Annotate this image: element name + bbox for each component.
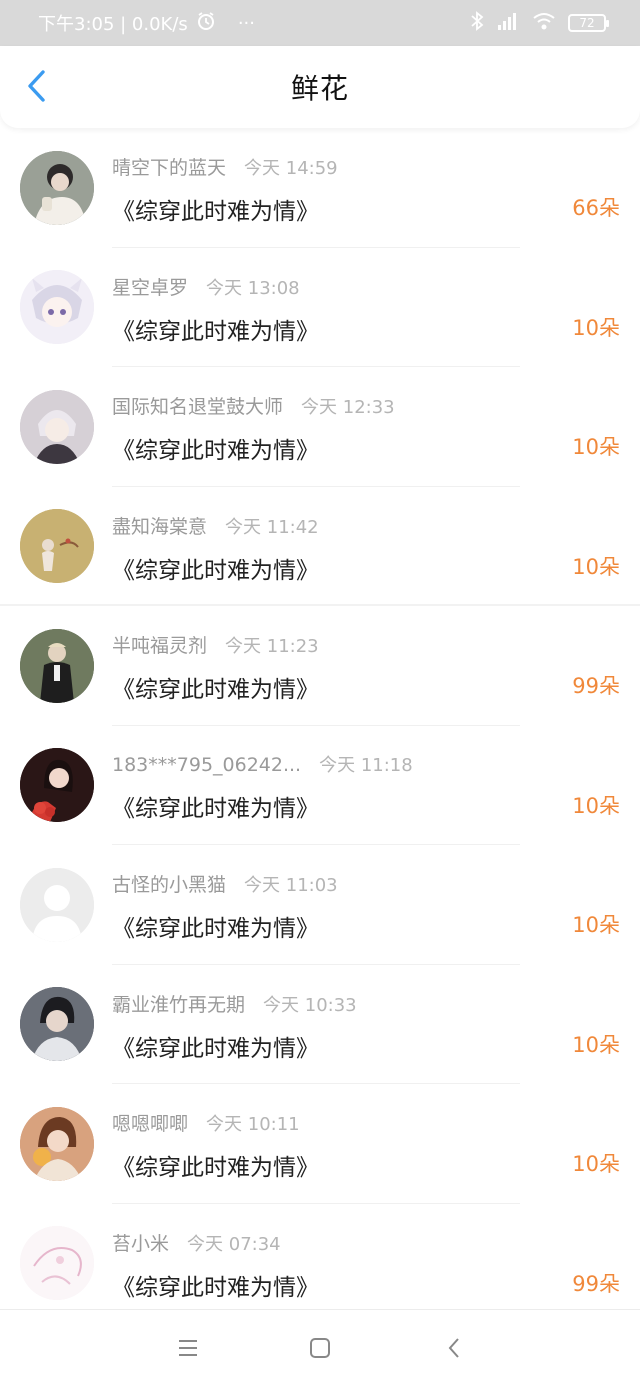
battery-icon: 72 (568, 14, 609, 32)
book-title: 《综穿此时难为情》 (112, 916, 319, 943)
avatar (20, 1106, 94, 1181)
timestamp: 今天 11:18 (319, 755, 413, 777)
timestamp: 今天 10:11 (206, 1114, 300, 1136)
bluetooth-icon (470, 10, 484, 37)
alarm-icon (196, 11, 216, 36)
menu-button[interactable] (168, 1332, 208, 1368)
nav-back-icon (447, 1337, 461, 1363)
list-item[interactable]: 嗯嗯唧唧 今天 10:11 《综穿此时难为情》 10朵 (0, 1084, 640, 1204)
flower-count: 99朵 (572, 674, 620, 698)
username: 半吨福灵剂 (112, 635, 208, 658)
book-title: 《综穿此时难为情》 (112, 1035, 319, 1062)
timestamp: 今天 11:03 (244, 875, 338, 897)
flower-list: 晴空下的蓝天 今天 14:59 《综穿此时难为情》 66朵 星空卓罗 今天 13:0… (0, 128, 640, 1323)
timestamp: 今天 07:34 (187, 1233, 281, 1255)
flower-count: 10朵 (572, 554, 620, 579)
avatar (20, 1226, 94, 1301)
list-item[interactable]: 盡知海棠意 今天 11:42 《综穿此时难为情》 10朵 (0, 487, 640, 607)
username: 183***795_06242... (112, 754, 302, 777)
book-title: 《综穿此时难为情》 (112, 796, 319, 823)
home-square-icon (309, 1337, 331, 1363)
list-item[interactable]: 霸业淮竹再无期 今天 10:33 《综穿此时难为情》 10朵 (0, 965, 640, 1085)
avatar (20, 867, 94, 942)
username: 古怪的小黑猫 (112, 874, 227, 897)
battery-level: 72 (579, 16, 595, 30)
avatar (20, 270, 94, 345)
avatar (20, 509, 94, 584)
avatar (20, 150, 94, 225)
book-title: 《综穿此时难为情》 (112, 677, 319, 704)
flower-count: 10朵 (572, 1032, 620, 1057)
home-button[interactable] (300, 1332, 340, 1368)
list-item[interactable]: 183***795_06242... 今天 11:18 《综穿此时难为情》 10朵 (0, 726, 640, 846)
book-title: 《综穿此时难为情》 (112, 438, 319, 465)
username: 苔小米 (112, 1232, 170, 1255)
list-item[interactable]: 晴空下的蓝天 今天 14:59 《综穿此时难为情》 66朵 (0, 128, 640, 248)
status-more: ··· (237, 12, 255, 34)
timestamp: 今天 12:33 (301, 397, 395, 419)
username: 星空卓罗 (112, 276, 189, 299)
list-item[interactable]: 国际知名退堂鼓大师 今天 12:33 《综穿此时难为情》 10朵 (0, 367, 640, 487)
book-title: 《综穿此时难为情》 (112, 557, 319, 584)
timestamp: 今天 11:23 (225, 636, 319, 658)
book-title: 《综穿此时难为情》 (112, 1155, 319, 1182)
page-title: 鲜花 (290, 72, 349, 105)
list-item[interactable]: 苔小米 今天 07:34 《综穿此时难为情》 99朵 (0, 1204, 640, 1324)
username: 盡知海棠意 (112, 515, 208, 538)
flower-count: 99朵 (572, 1271, 620, 1296)
username: 霸业淮竹再无期 (112, 993, 246, 1016)
flower-count: 10朵 (572, 793, 620, 818)
nav-back-button[interactable] (434, 1332, 474, 1368)
book-title: 《综穿此时难为情》 (112, 318, 319, 345)
timestamp: 今天 11:42 (225, 516, 319, 538)
avatar (20, 987, 94, 1062)
avatar (20, 628, 94, 703)
book-title: 《综穿此时难为情》 (112, 199, 319, 226)
system-nav-bar (0, 1309, 640, 1387)
username: 国际知名退堂鼓大师 (112, 396, 284, 419)
book-title: 《综穿此时难为情》 (112, 1274, 319, 1301)
avatar (20, 748, 94, 823)
timestamp: 今天 10:33 (263, 994, 357, 1016)
timestamp: 今天 13:08 (206, 277, 300, 299)
back-button[interactable] (18, 68, 54, 108)
flower-count: 66朵 (572, 196, 620, 220)
header: 鲜花 (0, 46, 640, 128)
flower-count: 10朵 (572, 435, 620, 459)
username: 晴空下的蓝天 (112, 157, 227, 180)
wifi-icon (532, 11, 556, 36)
chevron-left-icon (25, 69, 47, 107)
flower-count: 10朵 (572, 913, 620, 937)
flower-count: 10朵 (572, 1152, 620, 1176)
avatar (20, 389, 94, 464)
signal-icon (496, 11, 520, 36)
list-item[interactable]: 半吨福灵剂 今天 11:23 《综穿此时难为情》 99朵 (0, 606, 640, 726)
flower-count: 10朵 (572, 315, 620, 340)
status-time: 下午3:05 | 0.0K/s (38, 14, 188, 35)
status-bar: 下午3:05 | 0.0K/s ··· 72 (0, 0, 640, 46)
timestamp: 今天 14:59 (244, 158, 338, 180)
list-item[interactable]: 星空卓罗 今天 13:08 《综穿此时难为情》 10朵 (0, 248, 640, 368)
menu-icon (177, 1339, 199, 1361)
username: 嗯嗯唧唧 (112, 1113, 189, 1136)
list-item[interactable]: 古怪的小黑猫 今天 11:03 《综穿此时难为情》 10朵 (0, 845, 640, 965)
